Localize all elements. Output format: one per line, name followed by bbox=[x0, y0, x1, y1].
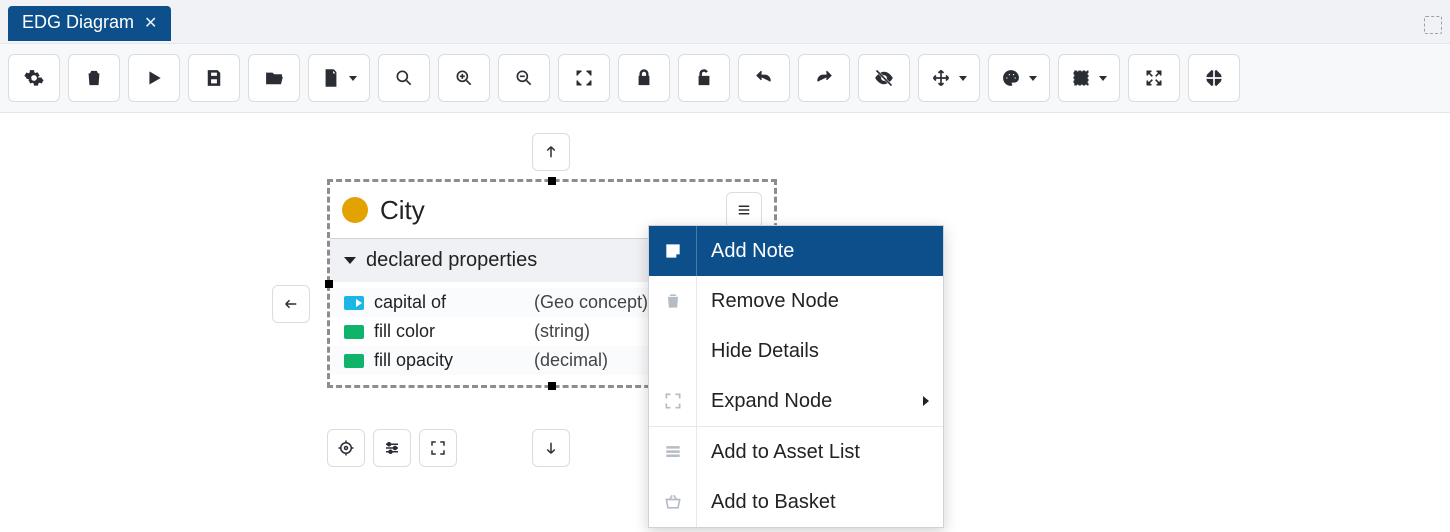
tab-title: EDG Diagram bbox=[22, 12, 134, 33]
context-menu: Add Note Remove Node Hide Details Expand… bbox=[648, 225, 944, 528]
menu-hide-details[interactable]: Hide Details bbox=[649, 326, 943, 376]
zoom-button[interactable] bbox=[378, 54, 430, 102]
property-type: (Geo concept) bbox=[534, 292, 648, 313]
menu-remove-node[interactable]: Remove Node bbox=[649, 276, 943, 326]
menu-label: Add Note bbox=[697, 240, 943, 263]
fit-button[interactable] bbox=[558, 54, 610, 102]
section-title: declared properties bbox=[366, 249, 537, 272]
menu-label: Expand Node bbox=[697, 390, 923, 413]
select-area-button[interactable] bbox=[1058, 54, 1120, 102]
menu-add-note[interactable]: Add Note bbox=[649, 226, 943, 276]
property-name: fill color bbox=[374, 321, 524, 342]
node-fit-button[interactable] bbox=[419, 429, 457, 467]
menu-add-to-asset-list[interactable]: Add to Asset List bbox=[649, 427, 943, 477]
undo-button[interactable] bbox=[738, 54, 790, 102]
save-button[interactable] bbox=[188, 54, 240, 102]
menu-expand-node[interactable]: Expand Node bbox=[649, 376, 943, 426]
fullscreen-enter-button[interactable] bbox=[1128, 54, 1180, 102]
resize-handle-bottom[interactable] bbox=[548, 382, 556, 390]
chevron-down-icon bbox=[344, 257, 356, 264]
visibility-off-button[interactable] bbox=[858, 54, 910, 102]
node-nav-down[interactable] bbox=[532, 429, 570, 467]
zoom-out-button[interactable] bbox=[498, 54, 550, 102]
chevron-down-icon bbox=[1099, 76, 1107, 81]
node-title: City bbox=[380, 195, 714, 226]
settings-button[interactable] bbox=[8, 54, 60, 102]
close-icon[interactable]: ✕ bbox=[144, 13, 157, 33]
property-type: (decimal) bbox=[534, 350, 608, 371]
menu-label: Remove Node bbox=[697, 290, 943, 313]
property-type: (string) bbox=[534, 321, 590, 342]
run-button[interactable] bbox=[128, 54, 180, 102]
chevron-down-icon bbox=[1029, 76, 1037, 81]
node-nav-up[interactable] bbox=[532, 133, 570, 171]
resize-handle-left[interactable] bbox=[325, 280, 333, 288]
menu-add-to-basket[interactable]: Add to Basket bbox=[649, 477, 943, 527]
node-menu-button[interactable] bbox=[726, 192, 762, 228]
redo-button[interactable] bbox=[798, 54, 850, 102]
chevron-down-icon bbox=[959, 76, 967, 81]
node-target-button[interactable] bbox=[327, 429, 365, 467]
property-name: capital of bbox=[374, 292, 524, 313]
file-options-button[interactable] bbox=[308, 54, 370, 102]
delete-button[interactable] bbox=[68, 54, 120, 102]
relation-icon bbox=[344, 296, 364, 310]
open-button[interactable] bbox=[248, 54, 300, 102]
palette-options-button[interactable] bbox=[988, 54, 1050, 102]
toolbar bbox=[0, 44, 1450, 113]
menu-label: Add to Asset List bbox=[697, 441, 943, 464]
submenu-arrow-icon bbox=[923, 396, 929, 406]
attribute-icon bbox=[344, 354, 364, 368]
menu-label: Hide Details bbox=[697, 340, 943, 363]
resize-handle-top[interactable] bbox=[548, 177, 556, 185]
node-nav-left[interactable] bbox=[272, 285, 310, 323]
fullscreen-exit-button[interactable] bbox=[1188, 54, 1240, 102]
lock-button[interactable] bbox=[618, 54, 670, 102]
unlock-button[interactable] bbox=[678, 54, 730, 102]
move-options-button[interactable] bbox=[918, 54, 980, 102]
node-sliders-button[interactable] bbox=[373, 429, 411, 467]
maximize-icon[interactable] bbox=[1424, 16, 1442, 34]
zoom-in-button[interactable] bbox=[438, 54, 490, 102]
property-name: fill opacity bbox=[374, 350, 524, 371]
tab-bar: EDG Diagram ✕ bbox=[0, 0, 1450, 44]
node-type-dot bbox=[342, 197, 368, 223]
attribute-icon bbox=[344, 325, 364, 339]
chevron-down-icon bbox=[349, 76, 357, 81]
diagram-canvas[interactable]: City declared properties capital of (Geo… bbox=[0, 113, 1450, 531]
menu-label: Add to Basket bbox=[697, 491, 943, 514]
tab-edg-diagram[interactable]: EDG Diagram ✕ bbox=[8, 6, 171, 41]
